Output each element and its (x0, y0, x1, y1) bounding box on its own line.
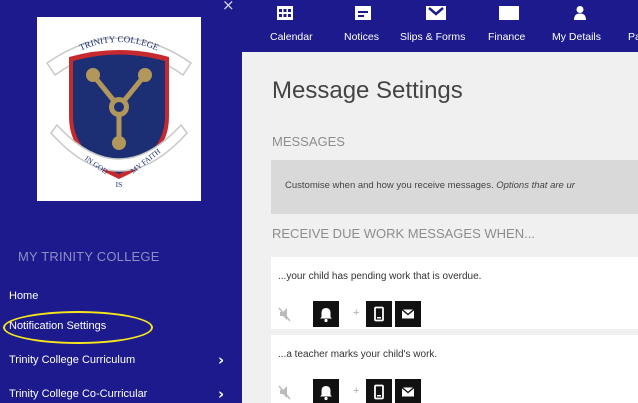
messages-heading: MESSAGES (272, 134, 345, 149)
nav-partial-item[interactable]: Pa (628, 0, 638, 52)
school-logo: TRINITY COLLEGE IN GOD IS MY FAITH (37, 17, 201, 201)
main-content: Message Settings MESSAGES Customise when… (242, 52, 638, 403)
bell-button[interactable] (313, 301, 339, 327)
mail-icon (401, 308, 415, 319)
sidebar-item-curriculum[interactable]: Trinity College Curriculum › (0, 351, 242, 371)
sidebar-item-notification-settings[interactable]: Notification Settings (0, 317, 242, 337)
nav-label: My Details (552, 31, 602, 43)
bell-icon (320, 308, 332, 323)
bell-button[interactable] (313, 379, 339, 403)
person-icon (574, 6, 586, 20)
sidebar-section-heading: MY TRINITY COLLEGE (18, 249, 160, 264)
nav-label: Calendar (270, 31, 313, 43)
nav-notices[interactable]: Notices (344, 0, 384, 52)
nav-finance[interactable]: Finance (488, 0, 532, 52)
sidebar: × TRINITY COLLEGE IN GOD IS MY FAITH MY … (0, 0, 242, 403)
nav-label: Pa (628, 31, 638, 43)
info-text: Customise when and how you receive messa… (285, 180, 575, 191)
phone-icon (374, 384, 384, 400)
nav-label: Slips & Forms (400, 31, 466, 43)
chevron-right-icon: › (218, 385, 225, 403)
sidebar-item-label: Notification Settings (9, 320, 107, 332)
nav-my-details[interactable]: My Details (552, 0, 608, 52)
chevron-right-icon: › (218, 351, 225, 369)
mail-button[interactable] (395, 301, 421, 327)
rule-card-marked: ...a teacher marks your child's work. + (271, 335, 638, 403)
phone-button[interactable] (366, 301, 392, 327)
notices-icon (355, 6, 371, 20)
due-work-heading: RECEIVE DUE WORK MESSAGES WHEN... (272, 226, 535, 241)
close-icon[interactable]: × (222, 0, 235, 13)
top-navigation: Calendar Notices Slips & Forms Finance M… (242, 0, 638, 52)
phone-button[interactable] (366, 379, 392, 403)
sidebar-item-home[interactable]: Home (0, 287, 242, 307)
sidebar-item-label: Trinity College Co-Curricular (9, 388, 148, 400)
mute-icon[interactable] (274, 302, 296, 326)
nav-slips-forms[interactable]: Slips & Forms (400, 0, 472, 52)
sidebar-item-co-curricular[interactable]: Trinity College Co-Curricular › (0, 385, 242, 403)
rule-card-overdue: ...your child has pending work that is o… (271, 257, 638, 329)
calendar-icon (277, 6, 293, 20)
logo-motto-center: IS (116, 180, 123, 189)
plus-separator: + (353, 307, 360, 319)
nav-calendar[interactable]: Calendar (268, 0, 318, 52)
rule-description: ...a teacher marks your child's work. (278, 349, 438, 360)
mail-icon (401, 386, 415, 397)
page-title: Message Settings (272, 77, 463, 104)
sidebar-item-label: Home (9, 290, 39, 302)
nav-label: Finance (488, 31, 526, 43)
finance-icon (499, 6, 519, 20)
slips-forms-icon (426, 6, 446, 20)
phone-icon (374, 306, 384, 322)
rule-description: ...your child has pending work that is o… (278, 271, 482, 282)
info-panel: Customise when and how you receive messa… (271, 160, 638, 214)
bell-icon (320, 386, 332, 401)
plus-separator: + (353, 385, 360, 397)
mute-icon[interactable] (274, 380, 296, 403)
mail-button[interactable] (395, 379, 421, 403)
nav-label: Notices (344, 31, 380, 43)
sidebar-item-label: Trinity College Curriculum (9, 354, 136, 366)
